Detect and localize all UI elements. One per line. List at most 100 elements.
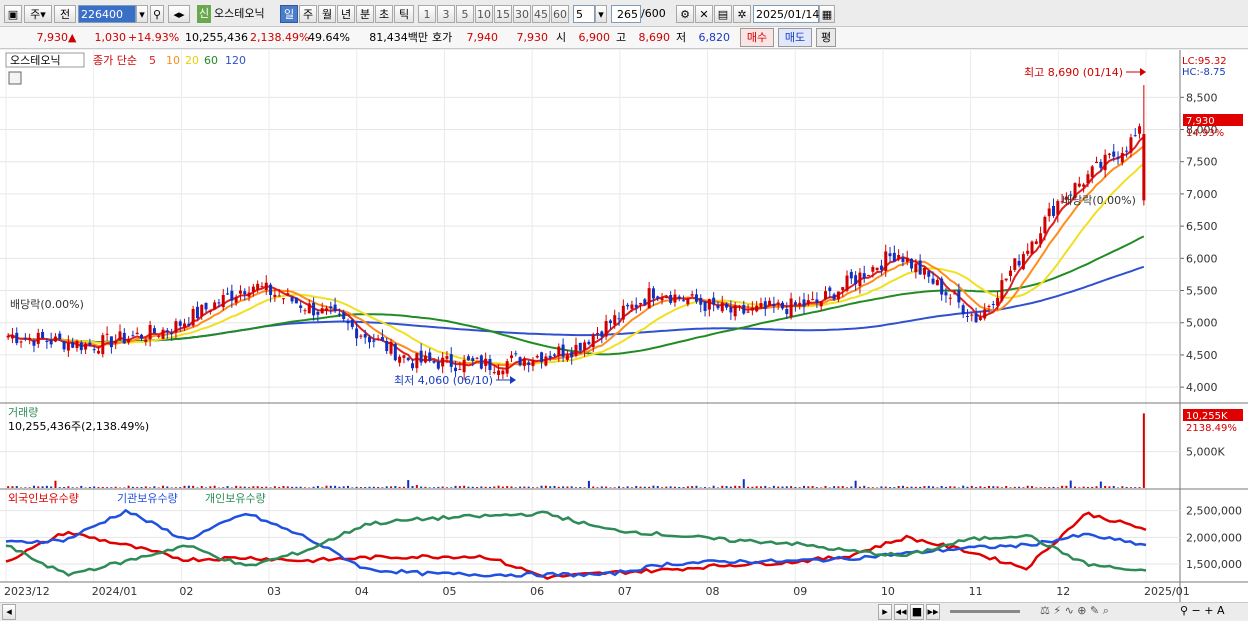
candle-body (462, 359, 466, 373)
interval-15[interactable]: 15 (494, 5, 512, 23)
candle-body (884, 251, 888, 272)
candle-body (918, 260, 922, 275)
volume-bar (949, 486, 952, 488)
volume-bar (1078, 487, 1081, 488)
volume-bar (527, 486, 530, 488)
candle-body (922, 267, 926, 275)
eval-button[interactable]: 평 (816, 28, 836, 47)
period-minute[interactable]: 분 (356, 5, 374, 23)
volume-bar (1022, 487, 1025, 488)
market-select[interactable]: 주▾ (24, 5, 52, 23)
interval-select[interactable]: 5 (573, 5, 595, 23)
candle-body (127, 338, 131, 343)
period-week[interactable]: 주 (299, 5, 317, 23)
settings-icon[interactable]: ✲ (733, 5, 751, 23)
volume-bar (15, 486, 18, 488)
save-icon[interactable]: ▤ (714, 5, 732, 23)
candle-body (737, 306, 741, 308)
volume-bar (712, 485, 715, 488)
count-input[interactable]: 265 (611, 5, 641, 23)
calendar-icon[interactable]: ▦ (819, 5, 835, 23)
scroll-left-icon[interactable]: ◂ (2, 604, 16, 620)
stop-icon[interactable]: ■ (910, 604, 924, 620)
volume-bar (1018, 486, 1021, 488)
volume-bar (93, 486, 96, 488)
chart-tools-strip-icon[interactable]: ⚖ ⚡ ∿ ⊕ ✎ ⌕ (1040, 604, 1170, 620)
candle-body (475, 357, 479, 359)
bid-price: 7,930 (516, 31, 549, 44)
volume-bar (303, 487, 306, 488)
candle-body (953, 293, 957, 295)
candle-body (346, 320, 350, 324)
period-month[interactable]: 월 (318, 5, 336, 23)
interval-5[interactable]: 5 (456, 5, 474, 23)
chart-tools-icon[interactable]: ⚙ (676, 5, 694, 23)
interval-3[interactable]: 3 (437, 5, 455, 23)
search-icon[interactable]: ⚲ (150, 5, 164, 23)
zoom-tools-icon[interactable]: ⚲ − + A (1180, 604, 1244, 620)
volume-bar (273, 486, 276, 488)
candle-body (1082, 184, 1086, 187)
volume-bar (777, 486, 780, 488)
rewind-icon[interactable]: ◂◂ (894, 604, 908, 620)
volume-bar (837, 486, 840, 488)
candle-body (256, 283, 260, 290)
volume-bar (476, 487, 479, 488)
interval-10[interactable]: 10 (475, 5, 493, 23)
buy-button[interactable]: 매수 (740, 28, 774, 47)
candle-body (725, 303, 729, 308)
volume-bar (570, 486, 573, 488)
candle-body (449, 354, 453, 367)
sound-icon[interactable]: ◂▸ (168, 5, 190, 23)
candle-body (518, 357, 522, 366)
toolbar: ▣ 주▾ 전 226400 ▾ ⚲ ◂▸ 신 오스테오닉 일 주 월 년 분 초… (0, 0, 1248, 27)
volume-bar (665, 486, 668, 488)
volume-bar (932, 486, 935, 488)
sell-button[interactable]: 매도 (778, 28, 812, 47)
candle-body (613, 315, 617, 325)
candle-body (471, 358, 475, 362)
up-arrow-icon: ▲ (68, 31, 77, 44)
candle-body (436, 361, 440, 369)
candle-body (79, 342, 83, 351)
candle-body (389, 341, 393, 354)
candle-body (234, 296, 238, 303)
period-second[interactable]: 초 (375, 5, 393, 23)
volume-bar (549, 486, 552, 488)
volume-bar (368, 486, 371, 488)
code-input[interactable]: 226400 (78, 5, 136, 23)
volume-bar (209, 486, 212, 488)
date-input[interactable]: 2025/01/14 (753, 5, 819, 23)
candle-body (965, 315, 969, 317)
interval-1[interactable]: 1 (418, 5, 436, 23)
volume-bar (695, 485, 698, 488)
volume-pct: 2,138.49% (250, 31, 310, 44)
candle-body (772, 303, 776, 307)
volume-bar (338, 486, 341, 488)
period-year[interactable]: 년 (337, 5, 355, 23)
period-tick[interactable]: 틱 (394, 5, 414, 23)
volume-bar (579, 486, 582, 488)
volume-bar (63, 487, 66, 488)
candle-body (600, 331, 604, 337)
interval-45[interactable]: 45 (532, 5, 550, 23)
volume-bar (1013, 486, 1016, 488)
candle-body (1086, 174, 1090, 184)
cross-icon[interactable]: ✕ (695, 5, 713, 23)
zoom-slider[interactable] (950, 610, 1020, 613)
table-toggle-icon[interactable] (8, 71, 22, 85)
interval-dropdown-icon[interactable]: ▾ (595, 5, 607, 23)
candle-body (776, 302, 780, 304)
volume: 10,255,436 (185, 31, 248, 44)
candle-body (320, 308, 324, 314)
window-icon[interactable]: ▣ (4, 5, 22, 23)
code-dropdown-icon[interactable]: ▾ (136, 5, 148, 23)
period-day[interactable]: 일 (280, 5, 298, 23)
interval-60[interactable]: 60 (551, 5, 569, 23)
prev-button[interactable]: 전 (54, 5, 76, 23)
scroll-right-icon[interactable]: ▸ (878, 604, 892, 620)
interval-30[interactable]: 30 (513, 5, 531, 23)
candle-body (1133, 135, 1137, 137)
volume-bar (820, 487, 823, 488)
forward-icon[interactable]: ▸▸ (926, 604, 940, 620)
